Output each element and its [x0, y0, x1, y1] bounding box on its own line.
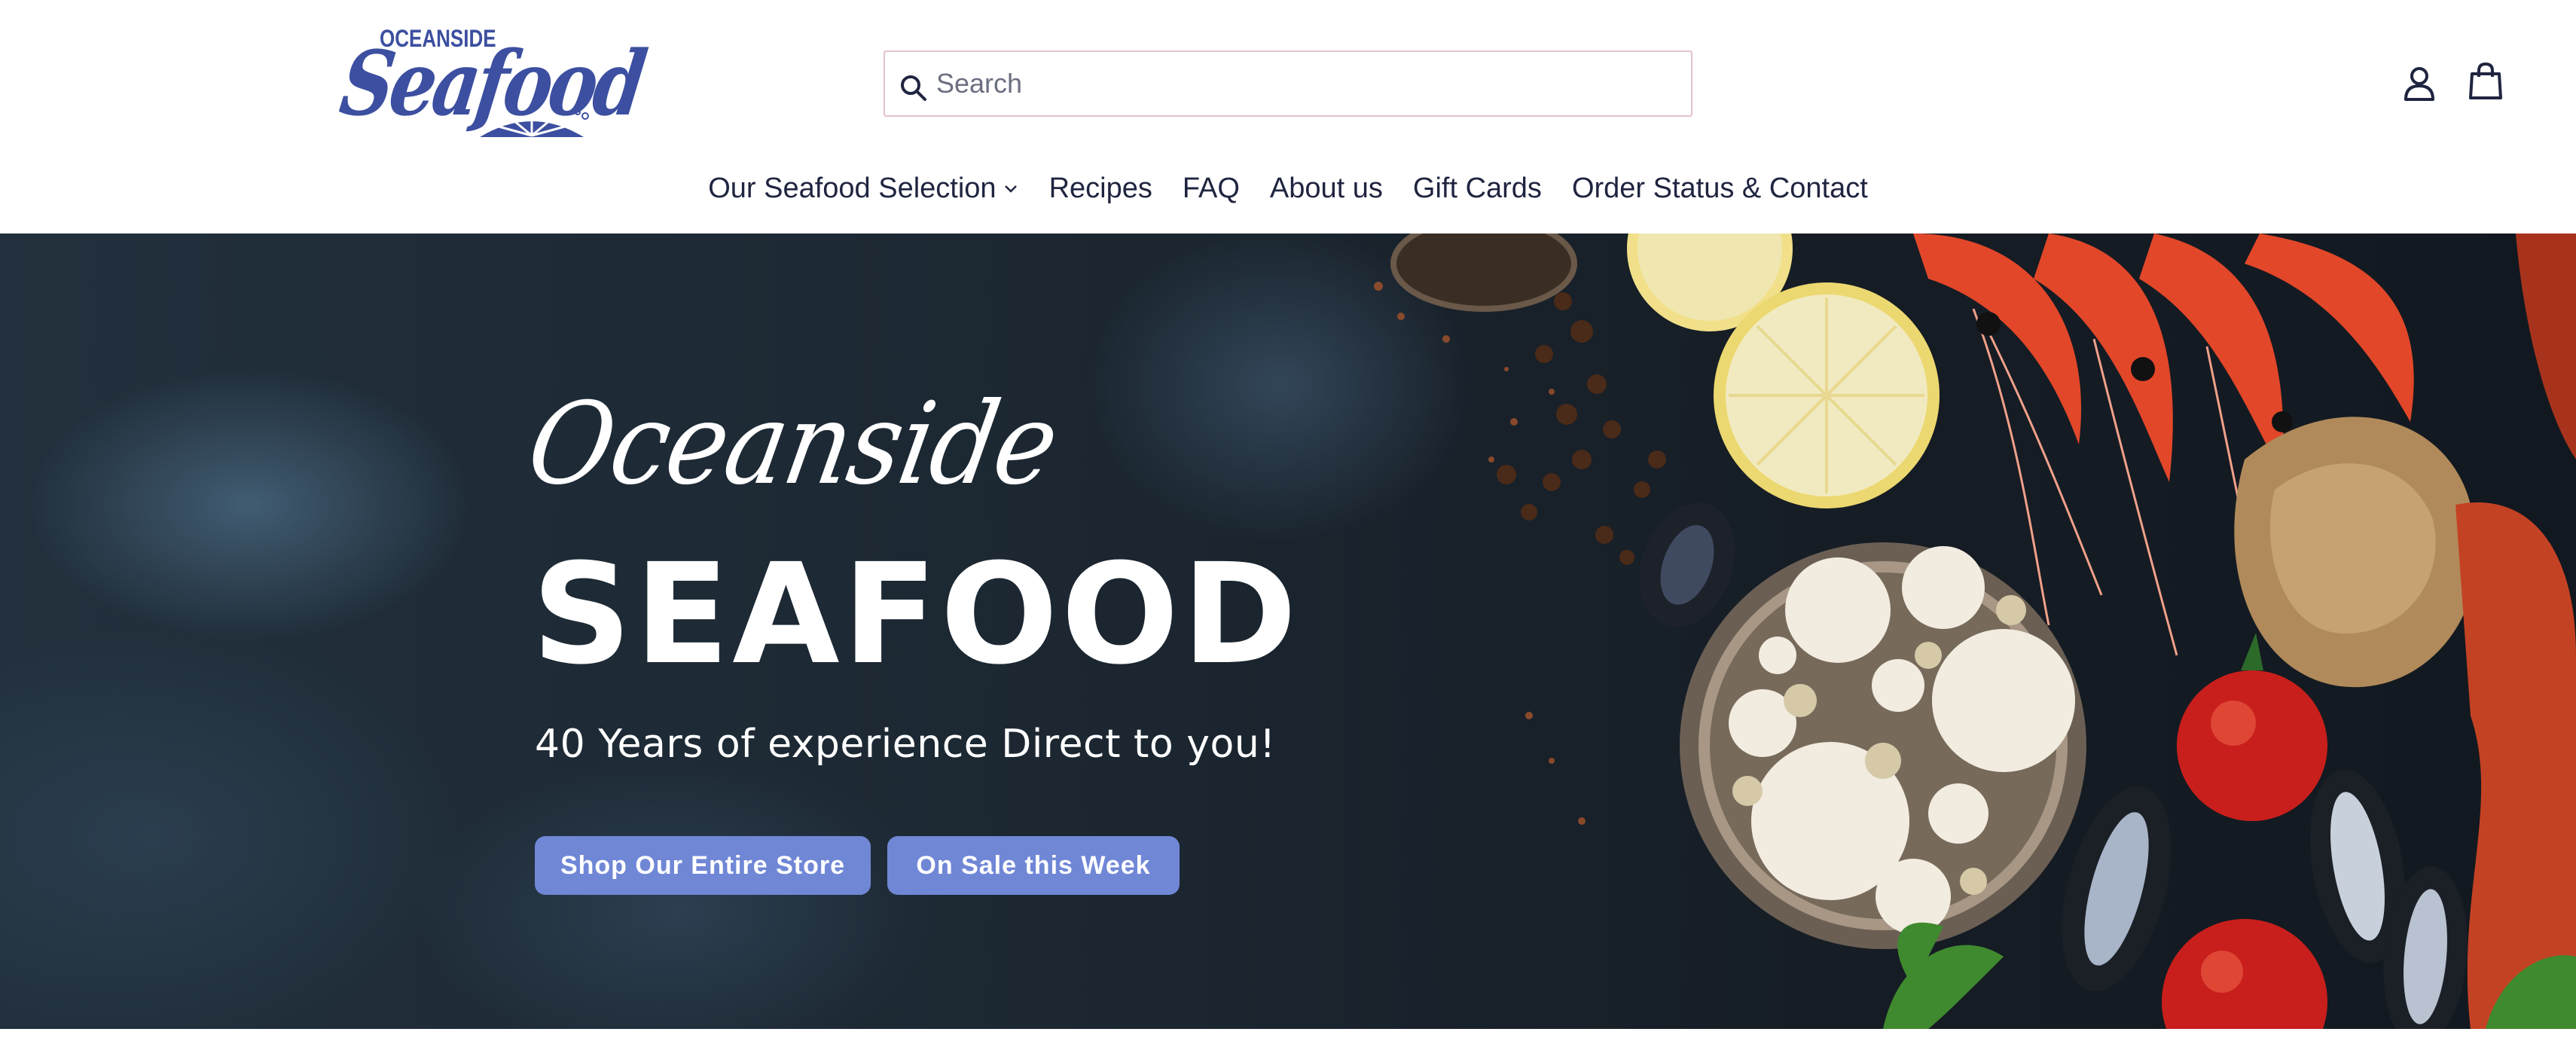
nav-item-label: Order Status & Contact [1571, 172, 1868, 204]
page-bottom-divider [0, 1029, 2576, 1044]
site-header: OCEANSIDE Seafood Our Seafood Selection [0, 0, 2576, 234]
nav-item-recipes[interactable]: Recipes [1034, 166, 1167, 211]
account-icon[interactable] [2403, 65, 2436, 102]
hero-banner: Oceanside SEAFOOD 40 Years of experience… [0, 234, 2576, 1029]
nav-item-faq[interactable]: FAQ [1167, 166, 1255, 211]
nav-item-seafood-selection[interactable]: Our Seafood Selection [693, 166, 1033, 211]
hero-script-title: Oceanside [518, 379, 1067, 510]
hero-title: SEAFOOD [532, 534, 1300, 695]
site-logo[interactable]: OCEANSIDE Seafood [334, 21, 649, 142]
search-icon[interactable] [899, 73, 929, 103]
nav-item-order-status-contact[interactable]: Order Status & Contact [1557, 166, 1883, 211]
nav-item-label: Gift Cards [1412, 172, 1542, 204]
on-sale-this-week-button[interactable]: On Sale this Week [887, 836, 1180, 895]
main-navigation: Our Seafood Selection Recipes FAQ About … [0, 166, 2576, 211]
search-bar[interactable] [884, 50, 1692, 117]
nav-item-label: FAQ [1182, 172, 1240, 204]
cart-icon[interactable] [2468, 62, 2504, 101]
nav-item-gift-cards[interactable]: Gift Cards [1398, 166, 1557, 211]
hero-subtitle: 40 Years of experience Direct to you! [535, 722, 1276, 767]
nav-item-label: About us [1269, 172, 1383, 204]
nav-item-label: Recipes [1048, 172, 1152, 204]
nav-item-label: Our Seafood Selection [708, 172, 997, 204]
seafood-platter-image [1374, 234, 2576, 1029]
nav-item-about-us[interactable]: About us [1255, 166, 1398, 211]
chevron-down-icon [1004, 185, 1017, 193]
shop-entire-store-button[interactable]: Shop Our Entire Store [535, 836, 871, 895]
seashell-logo-icon [480, 110, 589, 137]
search-input[interactable] [936, 52, 1674, 115]
